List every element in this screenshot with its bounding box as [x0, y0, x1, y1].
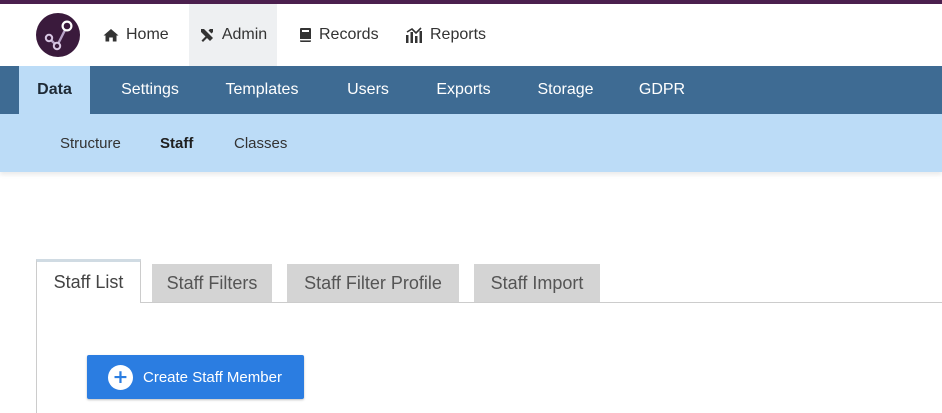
app-logo[interactable]	[36, 13, 80, 57]
tab-data[interactable]: Data	[19, 66, 90, 114]
tab-exports[interactable]: Exports	[423, 66, 504, 114]
topnav-reports[interactable]: Reports	[405, 4, 486, 66]
tab-strip-divider	[140, 302, 942, 303]
tab-staff-filters[interactable]: Staff Filters	[152, 264, 272, 302]
tab-settings[interactable]: Settings	[108, 66, 192, 114]
top-navigation: Home Admin Records Reports	[0, 4, 942, 66]
secondary-navigation: Structure Staff Classes	[0, 114, 942, 172]
tab-staff-import[interactable]: Staff Import	[474, 264, 600, 302]
tab-staff-list[interactable]: Staff List	[36, 259, 141, 303]
network-graph-logo-icon	[44, 20, 73, 51]
tab-gdpr[interactable]: GDPR	[628, 66, 696, 114]
primary-navigation: Data Settings Templates Users Exports St…	[0, 66, 942, 114]
topnav-records-label: Records	[319, 26, 379, 43]
panel-left-border	[36, 303, 37, 413]
tools-icon	[200, 29, 213, 42]
subtab-staff[interactable]: Staff	[160, 114, 193, 172]
tab-templates[interactable]: Templates	[212, 66, 312, 114]
topnav-home[interactable]: Home	[103, 4, 169, 66]
tab-staff-filter-profile[interactable]: Staff Filter Profile	[287, 264, 459, 302]
topnav-admin[interactable]: Admin	[189, 4, 277, 66]
subtab-structure[interactable]: Structure	[60, 114, 121, 172]
topnav-reports-label: Reports	[430, 26, 487, 43]
book-icon	[300, 28, 311, 42]
chart-icon	[406, 27, 422, 43]
topnav-home-label: Home	[126, 26, 169, 43]
tab-storage[interactable]: Storage	[524, 66, 607, 114]
create-staff-member-label: Create Staff Member	[143, 368, 282, 386]
topnav-admin-label: Admin	[221, 26, 268, 43]
subtab-classes[interactable]: Classes	[234, 114, 287, 172]
topnav-records[interactable]: Records	[299, 4, 379, 66]
home-icon	[103, 29, 119, 42]
tab-users[interactable]: Users	[334, 66, 402, 114]
plus-circle-icon: +	[108, 364, 133, 390]
create-staff-member-button[interactable]: + Create Staff Member	[87, 355, 304, 399]
